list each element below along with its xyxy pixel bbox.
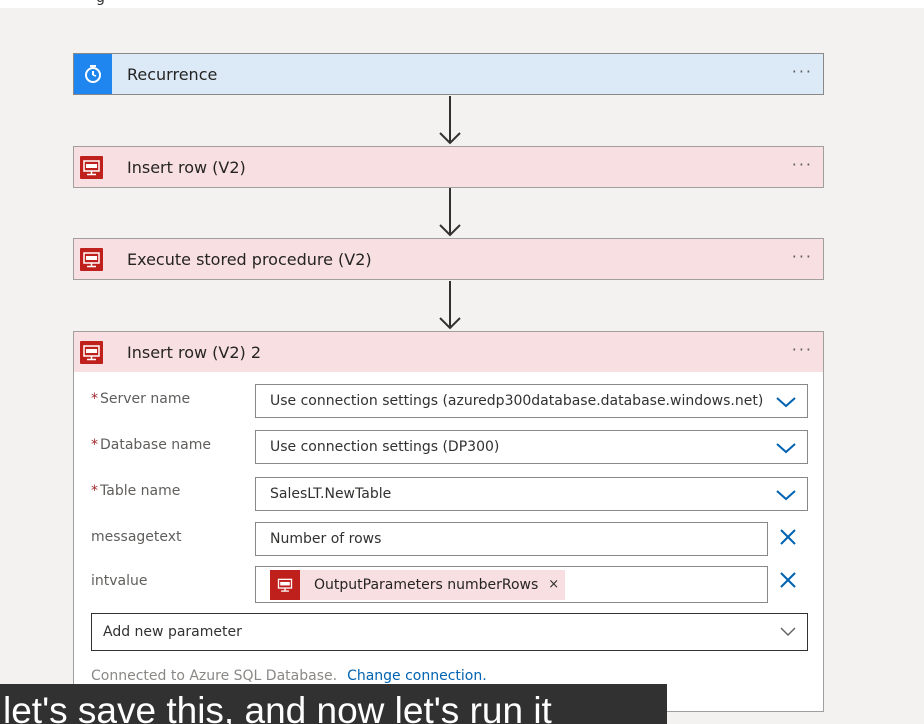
top-cut-text: g	[96, 0, 105, 6]
database-name-label: * Database name	[91, 437, 211, 453]
intvalue-label: intvalue	[91, 573, 148, 589]
step-recurrence[interactable]: Recurrence ···	[73, 53, 824, 95]
step-title: Execute stored procedure (V2)	[127, 249, 372, 269]
table-name-label: * Table name	[91, 483, 181, 499]
caption-text: let's save this, and now let's run it	[3, 690, 552, 724]
clear-intvalue-close-icon[interactable]	[778, 570, 798, 590]
table-name-dropdown[interactable]: SalesLT.NewTable	[255, 477, 808, 511]
step-header[interactable]: Recurrence ···	[74, 54, 823, 94]
step-insert-row[interactable]: Insert row (V2) ···	[73, 146, 824, 188]
step-insert-row-2: Insert row (V2) 2 ··· * Server name Use c…	[73, 331, 824, 712]
messagetext-value: Number of rows	[270, 531, 382, 547]
arrow-down-icon	[439, 96, 461, 145]
server-name-value: Use connection settings (azuredp300datab…	[270, 393, 764, 409]
connection-footer: Connected to Azure SQL Database. Change c…	[91, 668, 487, 684]
more-options-button[interactable]: ···	[792, 247, 813, 266]
sql-database-icon	[270, 569, 300, 600]
required-mark: *	[91, 437, 98, 453]
step-header[interactable]: Execute stored procedure (V2) ···	[74, 239, 823, 279]
token-remove-button[interactable]: ×	[548, 577, 559, 592]
step-title: Insert row (V2)	[127, 157, 246, 177]
more-options-button[interactable]: ···	[792, 62, 813, 81]
messagetext-label: messagetext	[91, 529, 182, 545]
step-execute-stored-procedure[interactable]: Execute stored procedure (V2) ···	[73, 238, 824, 280]
add-new-parameter-dropdown[interactable]: Add new parameter	[91, 613, 808, 651]
step-header[interactable]: Insert row (V2) ···	[74, 147, 823, 187]
more-options-button[interactable]: ···	[792, 340, 813, 359]
required-mark: *	[91, 483, 98, 499]
arrow-down-icon	[439, 188, 461, 237]
chevron-down-icon	[776, 397, 796, 408]
change-connection-link[interactable]: Change connection.	[347, 668, 487, 684]
messagetext-input[interactable]: Number of rows	[255, 522, 768, 556]
clock-icon	[74, 54, 112, 94]
server-name-dropdown[interactable]: Use connection settings (azuredp300datab…	[255, 384, 808, 418]
database-name-value: Use connection settings (DP300)	[270, 439, 500, 455]
intvalue-input[interactable]: OutputParameters numberRows ×	[255, 566, 768, 603]
chevron-down-icon	[780, 627, 796, 636]
step-title: Recurrence	[127, 64, 218, 84]
video-caption: let's save this, and now let's run it	[0, 684, 667, 724]
step-title: Insert row (V2) 2	[127, 342, 262, 362]
arrow-down-icon	[439, 281, 461, 330]
chevron-down-icon	[776, 490, 796, 501]
sql-database-icon	[80, 156, 103, 179]
chevron-down-icon	[776, 443, 796, 454]
clear-messagetext-close-icon[interactable]	[778, 527, 798, 547]
add-parameter-label: Add new parameter	[103, 624, 242, 640]
database-name-dropdown[interactable]: Use connection settings (DP300)	[255, 430, 808, 464]
dynamic-content-token[interactable]: OutputParameters numberRows ×	[270, 569, 566, 600]
required-mark: *	[91, 391, 98, 407]
server-name-label: * Server name	[91, 391, 191, 407]
sql-database-icon	[80, 341, 103, 364]
sql-database-icon	[80, 248, 103, 271]
step-header[interactable]: Insert row (V2) 2 ···	[74, 332, 823, 372]
table-name-value: SalesLT.NewTable	[270, 486, 392, 502]
top-bar: g	[0, 0, 924, 8]
connection-status-text: Connected to Azure SQL Database.	[91, 668, 338, 684]
more-options-button[interactable]: ···	[792, 155, 813, 174]
token-label: OutputParameters numberRows	[314, 576, 539, 593]
